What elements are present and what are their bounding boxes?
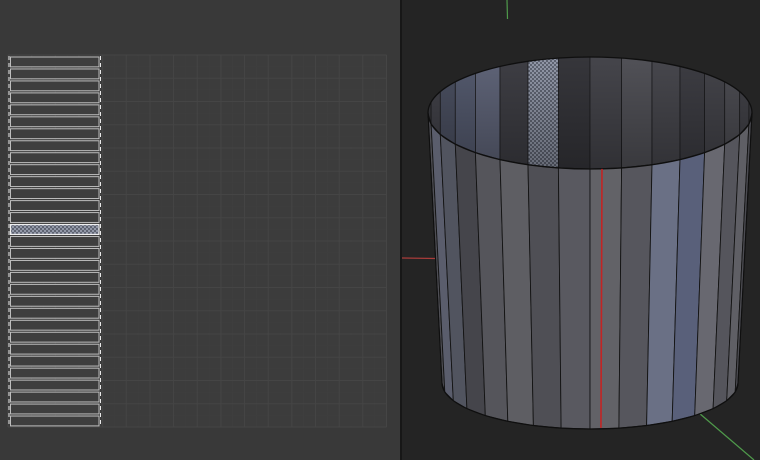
uv-face-strip[interactable] <box>11 177 100 187</box>
seam-edge-red[interactable] <box>601 169 602 428</box>
uv-face-strip[interactable] <box>11 213 100 223</box>
uv-face-strip[interactable] <box>11 260 100 270</box>
uv-face-strip[interactable] <box>11 165 100 175</box>
uv-face-strip[interactable] <box>11 272 100 282</box>
uv-face-strip[interactable] <box>11 93 100 103</box>
blender-window <box>0 0 760 460</box>
cylinder-front-face[interactable] <box>558 168 590 429</box>
uv-face-strip[interactable] <box>11 368 100 378</box>
uv-face-strip[interactable] <box>11 320 100 330</box>
uv-face-strip[interactable] <box>11 201 100 211</box>
uv-face-strip[interactable] <box>11 308 100 318</box>
uv-face-strip[interactable] <box>11 129 100 139</box>
cylinder-front-face[interactable] <box>528 165 561 428</box>
uv-face-strip[interactable] <box>11 332 100 342</box>
uv-editor-pane[interactable] <box>0 0 400 460</box>
uv-island-strips[interactable] <box>11 57 100 426</box>
uv-face-strip[interactable] <box>11 404 100 414</box>
uv-face-strip[interactable] <box>11 141 100 151</box>
uv-face-strip[interactable] <box>11 237 100 247</box>
cylinder-mesh[interactable] <box>428 55 752 429</box>
axis-y-green-top <box>507 0 508 19</box>
uv-face-strip[interactable] <box>11 392 100 402</box>
axis-x-red-left <box>402 258 436 259</box>
uv-face-selected[interactable] <box>11 225 100 235</box>
uv-face-strip[interactable] <box>11 189 100 199</box>
cylinder-front-face[interactable] <box>590 168 622 429</box>
uv-face-strip[interactable] <box>11 356 100 366</box>
uv-face-strip[interactable] <box>11 153 100 163</box>
uv-face-strip[interactable] <box>11 105 100 115</box>
uv-face-strip[interactable] <box>11 380 100 390</box>
viewport-3d-pane[interactable] <box>402 0 760 460</box>
uv-face-strip[interactable] <box>11 296 100 306</box>
uv-face-strip[interactable] <box>11 69 100 79</box>
uv-face-strip[interactable] <box>11 284 100 294</box>
uv-face-strip[interactable] <box>11 416 100 426</box>
uv-face-strip[interactable] <box>11 81 100 91</box>
uv-face-strip[interactable] <box>11 57 100 67</box>
uv-face-strip[interactable] <box>11 344 100 354</box>
uv-editor-canvas[interactable] <box>0 0 400 460</box>
viewport-3d-canvas[interactable] <box>402 0 760 460</box>
uv-face-strip[interactable] <box>11 248 100 258</box>
uv-face-strip[interactable] <box>11 117 100 127</box>
